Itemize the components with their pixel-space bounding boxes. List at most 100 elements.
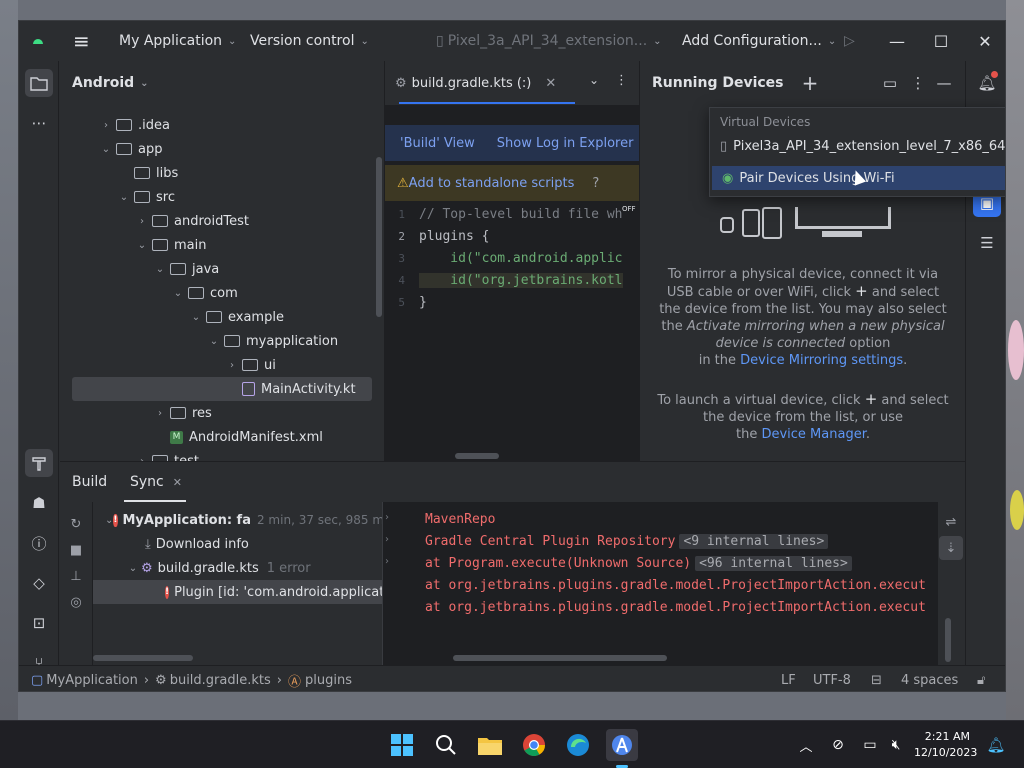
- console-vertical-scrollbar[interactable]: [945, 618, 951, 662]
- editor-tab-build-gradle[interactable]: ⚙ build.gradle.kts (:) ✕: [395, 61, 556, 105]
- notification-bell-icon[interactable]: 🔔︎: [980, 729, 1012, 761]
- main-menu-button[interactable]: ≡: [73, 21, 90, 61]
- project-selector[interactable]: My Application ⌄: [119, 21, 236, 61]
- code-line[interactable]: 2 plugins {: [385, 225, 639, 247]
- show-log-link[interactable]: Show Log in Explorer: [497, 136, 634, 151]
- project-scrollbar[interactable]: [376, 157, 382, 317]
- soft-wrap-icon[interactable]: ⇌: [939, 510, 963, 534]
- version-control-menu[interactable]: Version control ⌄: [250, 21, 369, 61]
- build-view-link[interactable]: 'Build' View: [400, 136, 475, 151]
- close-tab-icon[interactable]: ✕: [173, 476, 182, 489]
- device-mirroring-settings-link[interactable]: Device Mirroring settings: [740, 353, 903, 368]
- add-configuration-button[interactable]: Add Configuration... ⌄: [682, 21, 836, 61]
- maximize-icon[interactable]: ☐: [919, 21, 963, 61]
- terminal-icon[interactable]: ⊡: [25, 609, 53, 637]
- chevron-down-icon[interactable]: ⌄: [170, 288, 186, 299]
- app-quality-icon[interactable]: ◇: [25, 569, 53, 597]
- breadcrumb-symbol[interactable]: plugins: [305, 673, 352, 688]
- chevron-right-icon[interactable]: ›: [385, 556, 389, 567]
- device-manager-link[interactable]: Device Manager: [761, 427, 865, 442]
- tree-item[interactable]: libs: [72, 161, 372, 185]
- breadcrumb-file[interactable]: build.gradle.kts: [170, 673, 271, 688]
- editor-horizontal-scrollbar[interactable]: [455, 453, 499, 459]
- inspection-icon[interactable]: ⊟: [871, 666, 882, 691]
- tree-item[interactable]: › test: [72, 449, 372, 461]
- project-folder-icon[interactable]: [25, 69, 53, 97]
- code-line[interactable]: 1 // Top-level build file wh: [385, 203, 639, 225]
- tree-item[interactable]: › res: [72, 401, 372, 425]
- folded-lines-badge[interactable]: <9 internal lines>: [679, 533, 829, 549]
- chevron-right-icon[interactable]: ›: [385, 534, 389, 545]
- chevron-down-icon[interactable]: ⌄: [152, 264, 168, 275]
- lock-icon[interactable]: 🔓︎: [977, 666, 985, 691]
- virtual-device-item[interactable]: ▯ Pixel3a_API_34_extension_level_7_x86_6…: [710, 134, 1005, 158]
- add-device-icon[interactable]: +: [800, 71, 820, 95]
- rerun-icon[interactable]: ↻: [64, 512, 88, 536]
- tree-item[interactable]: ⌄ com: [72, 281, 372, 305]
- help-icon[interactable]: ?: [592, 176, 599, 191]
- eye-icon[interactable]: ◎: [64, 590, 88, 614]
- chevron-right-icon[interactable]: ›: [224, 360, 240, 371]
- build-tree-row-download[interactable]: ⤓ Download info: [93, 532, 382, 556]
- android-studio-taskbar-icon[interactable]: [606, 729, 638, 761]
- chevron-right-icon[interactable]: ›: [134, 216, 150, 227]
- build-tree-row-plugin-error[interactable]: ! Plugin [id: 'com.android.applicat: [93, 580, 382, 604]
- layout-icon[interactable]: ▭: [880, 73, 900, 93]
- chevron-down-icon[interactable]: ⌄: [206, 336, 222, 347]
- code-line[interactable]: 3 id("com.android.applic: [385, 247, 639, 269]
- build-console[interactable]: MavenRepo Gradle Central Plugin Repositor…: [382, 502, 938, 665]
- chevron-up-icon[interactable]: ︿: [790, 729, 822, 761]
- tree-item[interactable]: ⌄ java: [72, 257, 372, 281]
- chevron-right-icon[interactable]: ›: [98, 120, 114, 131]
- tab-list-chevron-icon[interactable]: ⌄: [589, 73, 599, 87]
- line-separator[interactable]: LF: [781, 666, 796, 691]
- logcat-icon[interactable]: ☗: [25, 489, 53, 517]
- tree-item[interactable]: ⌄ src: [72, 185, 372, 209]
- tree-item[interactable]: ⌄ example: [72, 305, 372, 329]
- file-explorer-icon[interactable]: [474, 729, 506, 761]
- tree-item[interactable]: ⌄ app: [72, 137, 372, 161]
- notifications-bell-icon[interactable]: 🔔︎: [973, 69, 1001, 97]
- chevron-right-icon[interactable]: ›: [385, 512, 389, 523]
- project-view-selector[interactable]: Android ⌄: [60, 61, 384, 105]
- hide-panel-icon[interactable]: —: [934, 73, 954, 93]
- chevron-down-icon[interactable]: ⌄: [116, 192, 132, 203]
- close-tab-icon[interactable]: ✕: [545, 76, 556, 91]
- device-selector[interactable]: ▯ Pixel_3a_API_34_extension... ⌄: [436, 21, 662, 61]
- more-icon[interactable]: ⋯: [25, 109, 53, 137]
- chevron-right-icon[interactable]: ›: [152, 408, 168, 419]
- close-icon[interactable]: ✕: [963, 21, 1005, 61]
- folded-lines-badge[interactable]: <96 internal lines>: [695, 555, 852, 571]
- run-icon[interactable]: ▷: [844, 21, 855, 61]
- tree-item[interactable]: MainActivity.kt: [72, 377, 372, 401]
- tree-item[interactable]: › androidTest: [72, 209, 372, 233]
- problems-icon[interactable]: ⓘ: [25, 529, 53, 557]
- code-line[interactable]: 5}: [385, 291, 639, 313]
- system-clock[interactable]: 2:21 AM 12/10/2023: [914, 729, 977, 761]
- code-line[interactable]: 4 id("org.jetbrains.kotl: [385, 269, 639, 291]
- chevron-down-icon[interactable]: ⌄: [188, 312, 204, 323]
- build-hammer-icon[interactable]: [25, 449, 53, 477]
- scroll-to-end-icon[interactable]: ⇣: [939, 536, 963, 560]
- build-tree-scrollbar[interactable]: [93, 655, 193, 661]
- windows-start-icon[interactable]: [386, 729, 418, 761]
- add-standalone-scripts-link[interactable]: Add to standalone scripts: [409, 176, 575, 191]
- build-tree-row-gradle[interactable]: ⌄ ⚙ build.gradle.kts 1 error: [93, 556, 382, 580]
- network-off-icon[interactable]: ⊘: [822, 729, 854, 761]
- tab-sync[interactable]: Sync ✕: [130, 462, 182, 502]
- console-horizontal-scrollbar[interactable]: [453, 655, 667, 661]
- tree-item[interactable]: › .idea: [72, 113, 372, 137]
- minimize-icon[interactable]: —: [875, 21, 919, 61]
- options-icon[interactable]: ⋮: [908, 73, 928, 93]
- build-tree-row-project[interactable]: ⌄ ! MyApplication: fa 2 min, 37 sec, 985…: [93, 508, 382, 532]
- search-icon[interactable]: [430, 729, 462, 761]
- chevron-down-icon[interactable]: ⌄: [98, 144, 114, 155]
- file-encoding[interactable]: UTF-8: [813, 666, 851, 691]
- pin-icon[interactable]: ⊥: [64, 564, 88, 588]
- device-manager-list-icon[interactable]: ☰: [973, 229, 1001, 257]
- chrome-icon[interactable]: [518, 729, 550, 761]
- indent-setting[interactable]: 4 spaces: [901, 666, 958, 691]
- tree-item[interactable]: ⌄ myapplication: [72, 329, 372, 353]
- volume-muted-icon[interactable]: 🔇︎: [880, 729, 912, 761]
- chevron-down-icon[interactable]: ⌄: [134, 240, 150, 251]
